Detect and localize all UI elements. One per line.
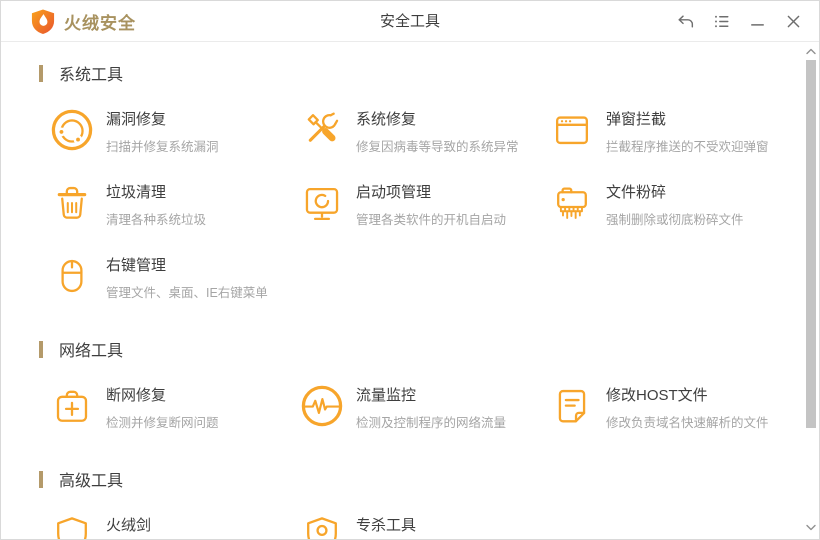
chevron-up-icon — [805, 43, 817, 61]
list-menu-icon — [712, 12, 731, 31]
host-file-icon — [549, 383, 595, 429]
shield-scan-icon — [299, 513, 345, 539]
tool-item[interactable]: 系统修复 修复因病毒等导致的系统异常 — [299, 107, 549, 154]
tool-title: 专杀工具 — [356, 517, 417, 534]
tool-title: 垃圾清理 — [106, 184, 167, 201]
tool-section: 高级工具 火绒剑 专杀工具 — [1, 469, 819, 539]
scrollbar-thumb[interactable] — [806, 60, 816, 428]
tools-scroll-area: 系统工具 漏洞修复 扫描并修复系统漏洞 系统修复 修复因病毒等导致的系统异常 弹… — [1, 43, 819, 539]
huorong-shield-logo-icon — [31, 8, 55, 35]
app-brand: 火绒安全 — [31, 1, 136, 42]
tool-item[interactable]: 漏洞修复 扫描并修复系统漏洞 — [49, 107, 299, 154]
tool-title: 流量监控 — [356, 387, 417, 404]
tool-item[interactable]: 垃圾清理 清理各种系统垃圾 — [49, 180, 299, 227]
tool-section: 系统工具 漏洞修复 扫描并修复系统漏洞 系统修复 修复因病毒等导致的系统异常 弹… — [1, 63, 819, 300]
tool-item[interactable]: 弹窗拦截 拦截程序推送的不受欢迎弹窗 — [549, 107, 799, 154]
section-header: 系统工具 — [1, 63, 819, 84]
tool-description: 扫描并修复系统漏洞 — [106, 140, 219, 154]
shield-sword-icon — [49, 513, 95, 539]
tool-title: 火绒剑 — [106, 517, 152, 534]
shredder-icon — [549, 180, 595, 226]
popup-window-icon — [549, 107, 595, 153]
tool-item[interactable]: 右键管理 管理文件、桌面、IE右键菜单 — [49, 253, 299, 300]
back-button[interactable] — [667, 1, 703, 42]
tool-item[interactable]: 流量监控 检测及控制程序的网络流量 — [299, 383, 549, 430]
medkit-icon — [49, 383, 95, 429]
tool-item[interactable]: 修改HOST文件 修改负责域名快速解析的文件 — [549, 383, 799, 430]
section-label: 高级工具 — [59, 473, 124, 490]
section-header: 高级工具 — [1, 469, 819, 490]
pulse-circle-icon — [299, 383, 345, 429]
tool-title: 漏洞修复 — [106, 111, 167, 128]
tools-grid: 漏洞修复 扫描并修复系统漏洞 系统修复 修复因病毒等导致的系统异常 弹窗拦截 拦… — [1, 107, 819, 300]
tool-description: 管理文件、桌面、IE右键菜单 — [106, 286, 268, 300]
vulnerability-patch-icon — [49, 107, 95, 153]
tool-description: 修复因病毒等导致的系统异常 — [356, 140, 519, 154]
tool-description: 清理各种系统垃圾 — [106, 213, 207, 227]
close-button[interactable] — [775, 1, 811, 42]
app-name: 火绒安全 — [64, 14, 136, 33]
tools-grid: 火绒剑 专杀工具 — [1, 513, 819, 539]
close-icon — [784, 12, 803, 31]
tool-item[interactable]: 专杀工具 — [299, 513, 549, 539]
section-accent-bar — [39, 470, 43, 488]
app-window: 火绒安全 安全工具 系统工具 漏洞修复 扫描并修复系统漏洞 系统修复 修复因病毒… — [0, 0, 820, 540]
section-label: 网络工具 — [59, 343, 124, 360]
scroll-down-button[interactable] — [804, 522, 818, 534]
scroll-up-button[interactable] — [804, 46, 818, 58]
tool-description: 检测及控制程序的网络流量 — [356, 416, 507, 430]
repair-tools-icon — [299, 107, 345, 153]
window-controls — [667, 1, 811, 42]
titlebar: 火绒安全 安全工具 — [1, 1, 819, 42]
tool-title: 弹窗拦截 — [606, 111, 667, 128]
tool-description: 拦截程序推送的不受欢迎弹窗 — [606, 140, 769, 154]
minimize-button[interactable] — [739, 1, 775, 42]
tool-description: 检测并修复断网问题 — [106, 416, 219, 430]
tool-description: 强制删除或彻底粉碎文件 — [606, 213, 744, 227]
tool-title: 断网修复 — [106, 387, 167, 404]
tool-title: 系统修复 — [356, 111, 417, 128]
tool-description: 修改负责域名快速解析的文件 — [606, 416, 769, 430]
tools-grid: 断网修复 检测并修复断网问题 流量监控 检测及控制程序的网络流量 修改HOST文… — [1, 383, 819, 430]
tool-item[interactable]: 启动项管理 管理各类软件的开机自启动 — [299, 180, 549, 227]
section-accent-bar — [39, 64, 43, 82]
minimize-icon — [748, 12, 767, 31]
tool-section: 网络工具 断网修复 检测并修复断网问题 流量监控 检测及控制程序的网络流量 修改… — [1, 339, 819, 430]
trash-icon — [49, 180, 95, 226]
chevron-down-icon — [805, 519, 817, 537]
tool-description: 管理各类软件的开机自启动 — [356, 213, 507, 227]
tool-title: 修改HOST文件 — [606, 387, 708, 404]
undo-arrow-icon — [676, 12, 695, 31]
section-header: 网络工具 — [1, 339, 819, 360]
tool-item[interactable]: 火绒剑 — [49, 513, 299, 539]
monitor-startup-icon — [299, 180, 345, 226]
scrollbar[interactable] — [804, 43, 818, 538]
tool-item[interactable]: 文件粉碎 强制删除或彻底粉碎文件 — [549, 180, 799, 227]
mouse-icon — [49, 253, 95, 299]
tool-item[interactable]: 断网修复 检测并修复断网问题 — [49, 383, 299, 430]
section-label: 系统工具 — [59, 67, 124, 84]
tool-title: 启动项管理 — [356, 184, 432, 201]
menu-button[interactable] — [703, 1, 739, 42]
tool-title: 文件粉碎 — [606, 184, 667, 201]
tool-title: 右键管理 — [106, 257, 167, 274]
section-accent-bar — [39, 340, 43, 358]
